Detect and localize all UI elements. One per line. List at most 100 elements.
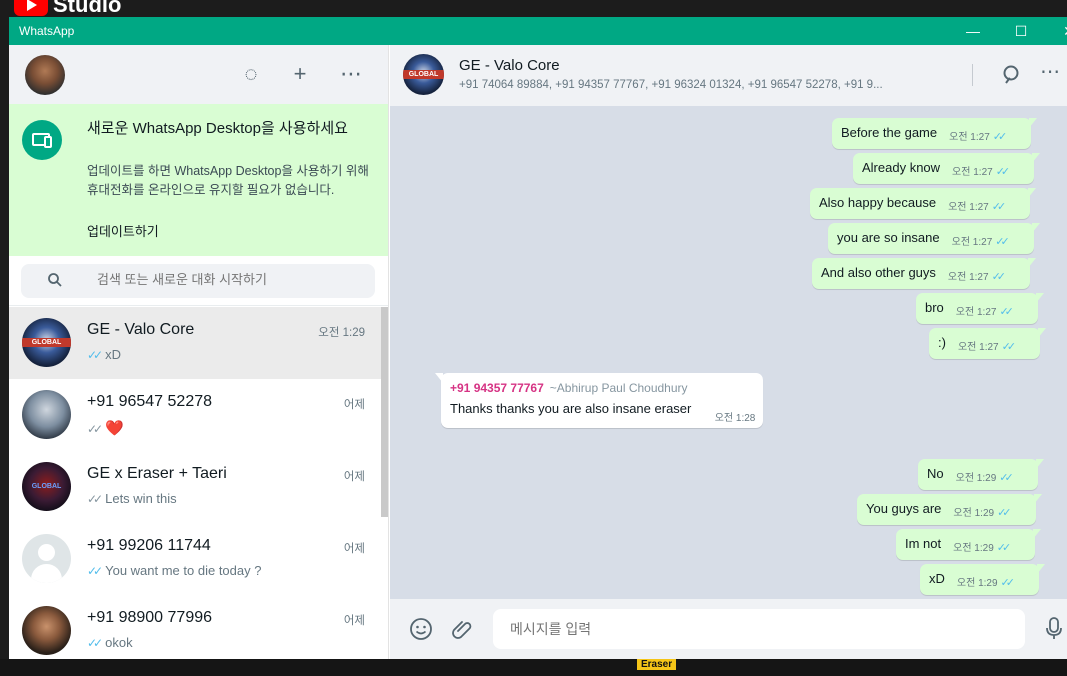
read-ticks-icon: ✓✓ [991, 271, 1007, 283]
message-sender[interactable]: +91 94357 77767 [450, 381, 544, 395]
message-time: 오전 1:27 [951, 237, 993, 248]
last-message-text: Lets win this [105, 491, 177, 506]
avatar [22, 606, 71, 655]
chat-item-99206[interactable]: +91 99206 11744 어제 ✓✓ You want me to die … [9, 523, 381, 595]
chat-list-pane: ◌ + ⋯ 새로운 WhatsApp Desktop을 사용하세요 업데이트를 … [9, 45, 389, 659]
message-text: Before the game [841, 125, 938, 140]
message-text: And also other guys [821, 265, 936, 280]
chat-time: 어제 [343, 543, 365, 555]
message-text: Thanks thanks you are also insane eraser [450, 401, 692, 416]
message-meta: 오전 1:29 ✓✓ [953, 504, 1012, 519]
youtube-studio-label: Studio [53, 0, 122, 17]
outgoing-message[interactable]: No 오전 1:29 ✓✓ [918, 459, 1044, 490]
left-header: ◌ + ⋯ [9, 45, 388, 104]
microphone-icon[interactable] [1045, 617, 1063, 641]
avatar: GLOBAL [22, 462, 71, 511]
incoming-message[interactable]: +91 94357 77767 ~Abhirup Paul Choudhury T… [434, 373, 764, 428]
status-icon[interactable]: ◌ [238, 61, 264, 87]
message-text: Already know [862, 160, 941, 175]
message-text: you are so insane [837, 230, 940, 245]
last-message-text: You want me to die today ? [105, 563, 262, 578]
search-box[interactable] [21, 264, 375, 298]
chat-list-scrollbar[interactable] [381, 307, 388, 517]
message-meta: 오전 1:27 ✓✓ [957, 338, 1017, 353]
message-meta: 오전 1:27 ✓✓ [955, 303, 1014, 318]
outgoing-message[interactable]: Im not 오전 1:29 ✓✓ [896, 529, 1042, 560]
read-ticks-icon: ✓✓ [997, 507, 1012, 519]
avatar: GLOBAL [22, 318, 71, 367]
read-ticks-icon: ✓✓ [995, 236, 1010, 248]
message-meta: 오전 1:29 ✓✓ [953, 539, 1012, 554]
message-time: 오전 1:27 [952, 167, 993, 178]
message-text: bro [925, 300, 944, 315]
close-button[interactable]: ✕ [1046, 17, 1067, 45]
read-ticks-icon: ✓✓ [87, 348, 103, 362]
outgoing-message[interactable]: xD 오전 1:29 ✓✓ [920, 564, 1045, 595]
header-divider [972, 64, 973, 86]
chat-item-ge-x-eraser[interactable]: GLOBAL GE x Eraser + Taeri 어제 ✓✓ Lets win… [9, 451, 381, 523]
chat-name: GE - Valo Core [87, 321, 195, 338]
desktop-device-icon [22, 120, 62, 160]
chat-name: +91 99206 11744 [87, 537, 211, 554]
search-icon[interactable] [1002, 64, 1024, 86]
message-meta: 오전 1:27 ✓✓ [951, 233, 1010, 248]
read-ticks-icon: ✓✓ [991, 201, 1007, 213]
outgoing-message[interactable]: Also happy because 오전 1:27 ✓✓ [810, 188, 1037, 219]
conversation-header[interactable]: GLOBAL GE - Valo Core +91 74064 89884, +… [390, 45, 1067, 106]
attach-icon[interactable] [450, 617, 474, 641]
minimize-button[interactable]: — [950, 17, 996, 45]
profile-avatar[interactable] [25, 55, 65, 95]
search-input[interactable] [97, 272, 367, 287]
banner-text: 업데이트를 하면 WhatsApp Desktop을 사용하기 위해 휴대전화를… [87, 164, 369, 197]
outgoing-message[interactable]: Already know 오전 1:27 ✓✓ [853, 153, 1041, 184]
new-chat-icon[interactable]: + [287, 61, 313, 87]
chat-name: +91 98900 77996 [87, 609, 213, 626]
message-time: 오전 1:29 [953, 543, 994, 554]
message-time: 오전 1:27 [957, 342, 999, 353]
message-sender-alias: ~Abhirup Paul Choudhury [549, 381, 688, 395]
chat-item-96547[interactable]: +91 96547 52278 어제 ✓✓ ❤️ [9, 379, 381, 451]
outgoing-message[interactable]: Before the game 오전 1:27 ✓✓ [832, 118, 1038, 149]
delivered-ticks-icon: ✓✓ [87, 422, 103, 436]
message-text: :) [938, 335, 946, 350]
message-meta: 오전 1:27 ✓✓ [947, 268, 1007, 283]
message-area: Before the game 오전 1:27 ✓✓ Already know 오전 … [390, 106, 1067, 599]
update-link[interactable]: 업데이트하기 [87, 221, 159, 240]
message-meta: 오전 1:29 ✓✓ [956, 469, 1014, 484]
message-time: 오전 1:27 [947, 272, 989, 283]
read-ticks-icon: ✓✓ [996, 542, 1012, 554]
message-time: 오전 1:28 [714, 413, 756, 424]
composer [390, 599, 1067, 659]
outgoing-message[interactable]: you are so insane 오전 1:27 ✓✓ [828, 223, 1040, 254]
outgoing-message[interactable]: And also other guys 오전 1:27 ✓✓ [812, 258, 1036, 289]
message-meta: 오전 1:27 ✓✓ [948, 198, 1007, 213]
screen: Studio WhatsApp — ☐ ✕ ◌ + ⋯ 새로운 WhatsApp… [0, 0, 1067, 676]
group-avatar[interactable]: GLOBAL [403, 54, 444, 95]
last-message-text: okok [105, 635, 133, 650]
chat-time: 오전 1:29 [318, 327, 365, 339]
menu-icon[interactable]: ⋯ [338, 61, 364, 87]
message-meta: 오전 1:27 ✓✓ [952, 163, 1010, 178]
update-banner: 새로운 WhatsApp Desktop을 사용하세요 업데이트를 하면 Wha… [9, 104, 388, 256]
conversation-pane: GLOBAL GE - Valo Core +91 74064 89884, +… [390, 45, 1067, 659]
outgoing-message[interactable]: bro 오전 1:27 ✓✓ [916, 293, 1044, 324]
titlebar: WhatsApp — ☐ ✕ [9, 17, 1067, 45]
eraser-nametag: Eraser [637, 659, 677, 670]
avatar-global-text: GLOBAL [22, 337, 71, 347]
emoji-icon[interactable] [409, 617, 433, 641]
maximize-button[interactable]: ☐ [998, 17, 1044, 45]
chat-item-98900[interactable]: +91 98900 77996 어제 ✓✓ okok [9, 595, 381, 659]
conversation-menu-icon[interactable]: ⋯ [1040, 59, 1060, 84]
conversation-title: GE - Valo Core [459, 57, 560, 74]
outgoing-message[interactable]: You guys are 오전 1:29 ✓✓ [857, 494, 1042, 525]
search-bar [9, 256, 388, 306]
chat-item-ge-valo-core[interactable]: GLOBAL GE - Valo Core 오전 1:29 ✓✓ xD [9, 307, 381, 379]
outgoing-message[interactable]: :) 오전 1:27 ✓✓ [929, 328, 1047, 359]
avatar [22, 534, 71, 583]
chat-last-message: ✓✓ You want me to die today ? [87, 563, 261, 578]
message-text: xD [929, 571, 945, 586]
read-ticks-icon: ✓✓ [1001, 341, 1017, 353]
message-time: 오전 1:27 [955, 307, 997, 318]
message-input[interactable] [493, 609, 1025, 649]
chat-time: 어제 [343, 615, 365, 627]
